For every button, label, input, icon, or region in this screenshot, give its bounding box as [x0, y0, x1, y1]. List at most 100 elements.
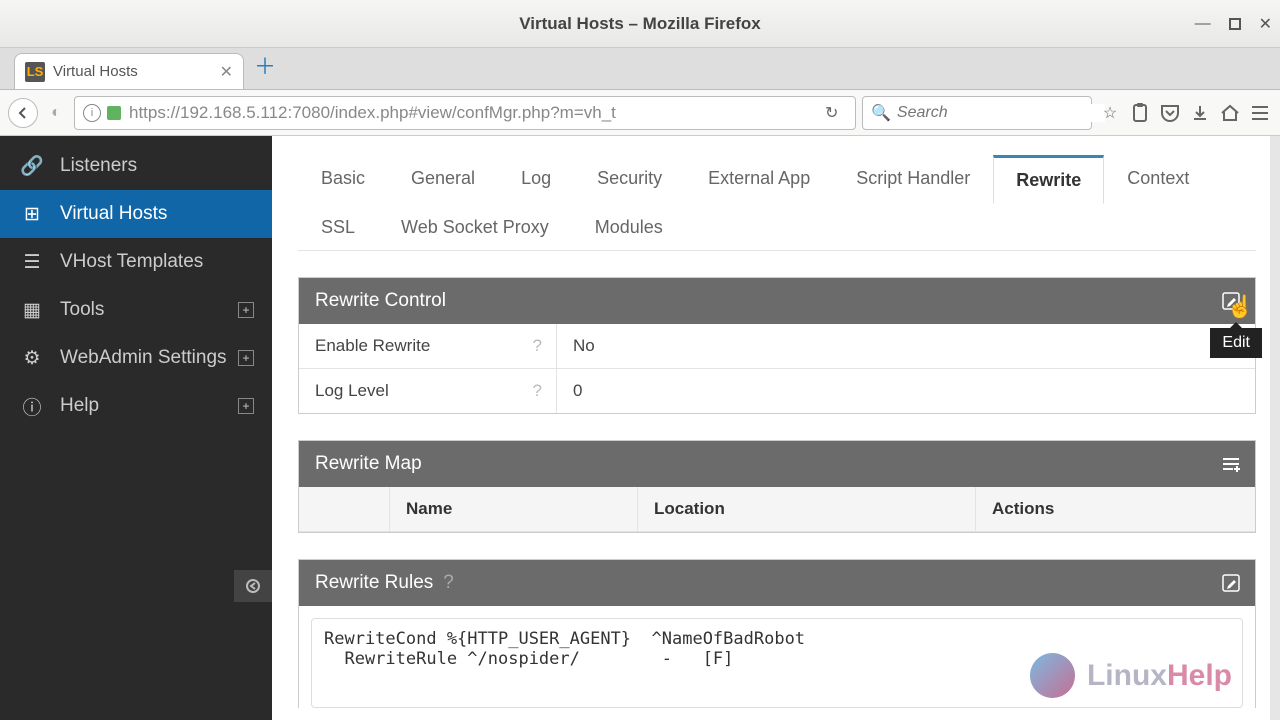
panel-rewrite-control: Rewrite Control Enable Rewrite ? No Log … [298, 277, 1256, 414]
row-label: Log Level ? [299, 369, 557, 413]
config-tabs: Basic General Log Security External App … [298, 154, 1256, 251]
add-list-icon [1221, 456, 1241, 472]
main-area: 🔗 Listeners ⊞ Virtual Hosts ☰ VHost Temp… [0, 136, 1280, 720]
new-tab-button[interactable]: ＋ [254, 49, 276, 81]
tab-basic[interactable]: Basic [298, 155, 388, 204]
add-button[interactable] [1221, 456, 1241, 472]
sidebar-item-label: Listeners [60, 155, 137, 177]
grid-icon: ⊞ [18, 203, 46, 226]
sidebar-item-virtual-hosts[interactable]: ⊞ Virtual Hosts [0, 190, 272, 238]
tab-ssl[interactable]: SSL [298, 204, 378, 251]
label-text: Enable Rewrite [315, 336, 430, 355]
col-name: Name [389, 487, 637, 531]
help-icon[interactable]: ? [443, 572, 454, 594]
sidebar-item-listeners[interactable]: 🔗 Listeners [0, 142, 272, 190]
minimize-button[interactable]: — [1195, 15, 1211, 33]
sidebar-item-label: VHost Templates [60, 251, 203, 273]
gear-icon: ⚙ [18, 347, 46, 370]
panel-header-rewrite-map: Rewrite Map [299, 441, 1255, 487]
expand-icon[interactable]: + [238, 302, 254, 318]
tab-modules[interactable]: Modules [572, 204, 686, 251]
row-enable-rewrite: Enable Rewrite ? No [299, 324, 1255, 369]
pocket-svg-icon [1160, 104, 1180, 122]
tab-general[interactable]: General [388, 155, 498, 204]
panel-title: Rewrite Rules [315, 572, 433, 594]
tab-security[interactable]: Security [574, 155, 685, 204]
bookmark-star-icon[interactable]: ☆ [1098, 101, 1122, 125]
panel-header-rewrite-rules: Rewrite Rules ? [299, 560, 1255, 606]
back-button[interactable] [8, 98, 38, 128]
history-dropdown-icon[interactable]: ◐ [44, 101, 68, 125]
col-actions: Actions [975, 487, 1255, 531]
browser-tab-strip: LS Virtual Hosts ✕ ＋ [0, 48, 1280, 90]
sidebar-item-label: Tools [60, 299, 104, 321]
row-label: Enable Rewrite ? [299, 324, 557, 368]
arrow-left-circle-icon [244, 579, 262, 593]
tab-web-socket-proxy[interactable]: Web Socket Proxy [378, 204, 572, 251]
window-titlebar: Virtual Hosts – Mozilla Firefox — ✕ [0, 0, 1280, 48]
close-button[interactable]: ✕ [1259, 14, 1272, 34]
hamburger-svg-icon [1251, 106, 1269, 120]
sidebar-item-vhost-templates[interactable]: ☰ VHost Templates [0, 238, 272, 286]
sidebar-item-tools[interactable]: ▦ Tools + [0, 286, 272, 334]
help-icon[interactable]: ? [533, 381, 542, 401]
info-icon: ⓘ [18, 393, 46, 420]
browser-toolbar: ◐ i ↻ 🔍 ☆ [0, 90, 1280, 136]
reload-button[interactable]: ↻ [825, 103, 847, 123]
scrollbar[interactable] [1270, 136, 1280, 720]
sidebar-item-help[interactable]: ⓘ Help + [0, 382, 272, 430]
search-input[interactable] [897, 104, 1105, 122]
site-info-icon[interactable]: i [83, 104, 101, 122]
tab-close-button[interactable]: ✕ [220, 62, 233, 82]
list-icon: ☰ [18, 251, 46, 274]
arrow-left-icon [16, 106, 30, 120]
panel-rewrite-map: Rewrite Map Name Location Actions [298, 440, 1256, 533]
maximize-button[interactable] [1229, 18, 1241, 30]
downloads-icon[interactable] [1188, 101, 1212, 125]
sidebar-item-label: WebAdmin Settings [60, 347, 227, 369]
expand-icon[interactable]: + [238, 398, 254, 414]
home-icon[interactable] [1218, 101, 1242, 125]
apps-icon: ▦ [18, 299, 46, 322]
watermark: LinuxHelp [1030, 653, 1232, 698]
tab-external-app[interactable]: External App [685, 155, 833, 204]
favicon-icon: LS [25, 62, 45, 82]
pocket-icon[interactable] [1158, 101, 1182, 125]
url-bar[interactable]: i ↻ [74, 96, 856, 130]
tab-rewrite[interactable]: Rewrite [993, 155, 1104, 204]
browser-tab-title: Virtual Hosts [53, 63, 220, 80]
edit-button[interactable] [1221, 573, 1241, 593]
tab-context[interactable]: Context [1104, 155, 1212, 204]
link-icon: 🔗 [18, 154, 46, 178]
edit-button[interactable] [1221, 291, 1241, 311]
url-input[interactable] [129, 103, 825, 123]
col-empty [299, 487, 389, 531]
window-title: Virtual Hosts – Mozilla Firefox [519, 14, 761, 34]
content-area: Basic General Log Security External App … [272, 136, 1280, 720]
search-bar[interactable]: 🔍 [862, 96, 1092, 130]
edit-icon [1221, 291, 1241, 311]
row-log-level: Log Level ? 0 [299, 369, 1255, 413]
sidebar-item-webadmin-settings[interactable]: ⚙ WebAdmin Settings + [0, 334, 272, 382]
panel-title: Rewrite Control [315, 290, 446, 312]
sidebar-item-label: Help [60, 395, 99, 417]
panel-title: Rewrite Map [315, 453, 422, 475]
panel-header-rewrite-control: Rewrite Control [299, 278, 1255, 324]
row-value: No [557, 324, 1255, 368]
browser-tab[interactable]: LS Virtual Hosts ✕ [14, 53, 244, 89]
expand-icon[interactable]: + [238, 350, 254, 366]
tab-log[interactable]: Log [498, 155, 574, 204]
sidebar: 🔗 Listeners ⊞ Virtual Hosts ☰ VHost Temp… [0, 136, 272, 720]
col-location: Location [637, 487, 975, 531]
clipboard-icon[interactable] [1128, 101, 1152, 125]
watermark-text-b: Help [1167, 659, 1232, 693]
sidebar-item-label: Virtual Hosts [60, 203, 167, 225]
edit-icon [1221, 573, 1241, 593]
watermark-logo-icon [1030, 653, 1075, 698]
tab-script-handler[interactable]: Script Handler [833, 155, 993, 204]
menu-icon[interactable] [1248, 101, 1272, 125]
sidebar-collapse-button[interactable] [234, 570, 272, 602]
clipboard-svg-icon [1131, 103, 1149, 123]
window-controls: — ✕ [1195, 14, 1272, 34]
help-icon[interactable]: ? [533, 336, 542, 356]
